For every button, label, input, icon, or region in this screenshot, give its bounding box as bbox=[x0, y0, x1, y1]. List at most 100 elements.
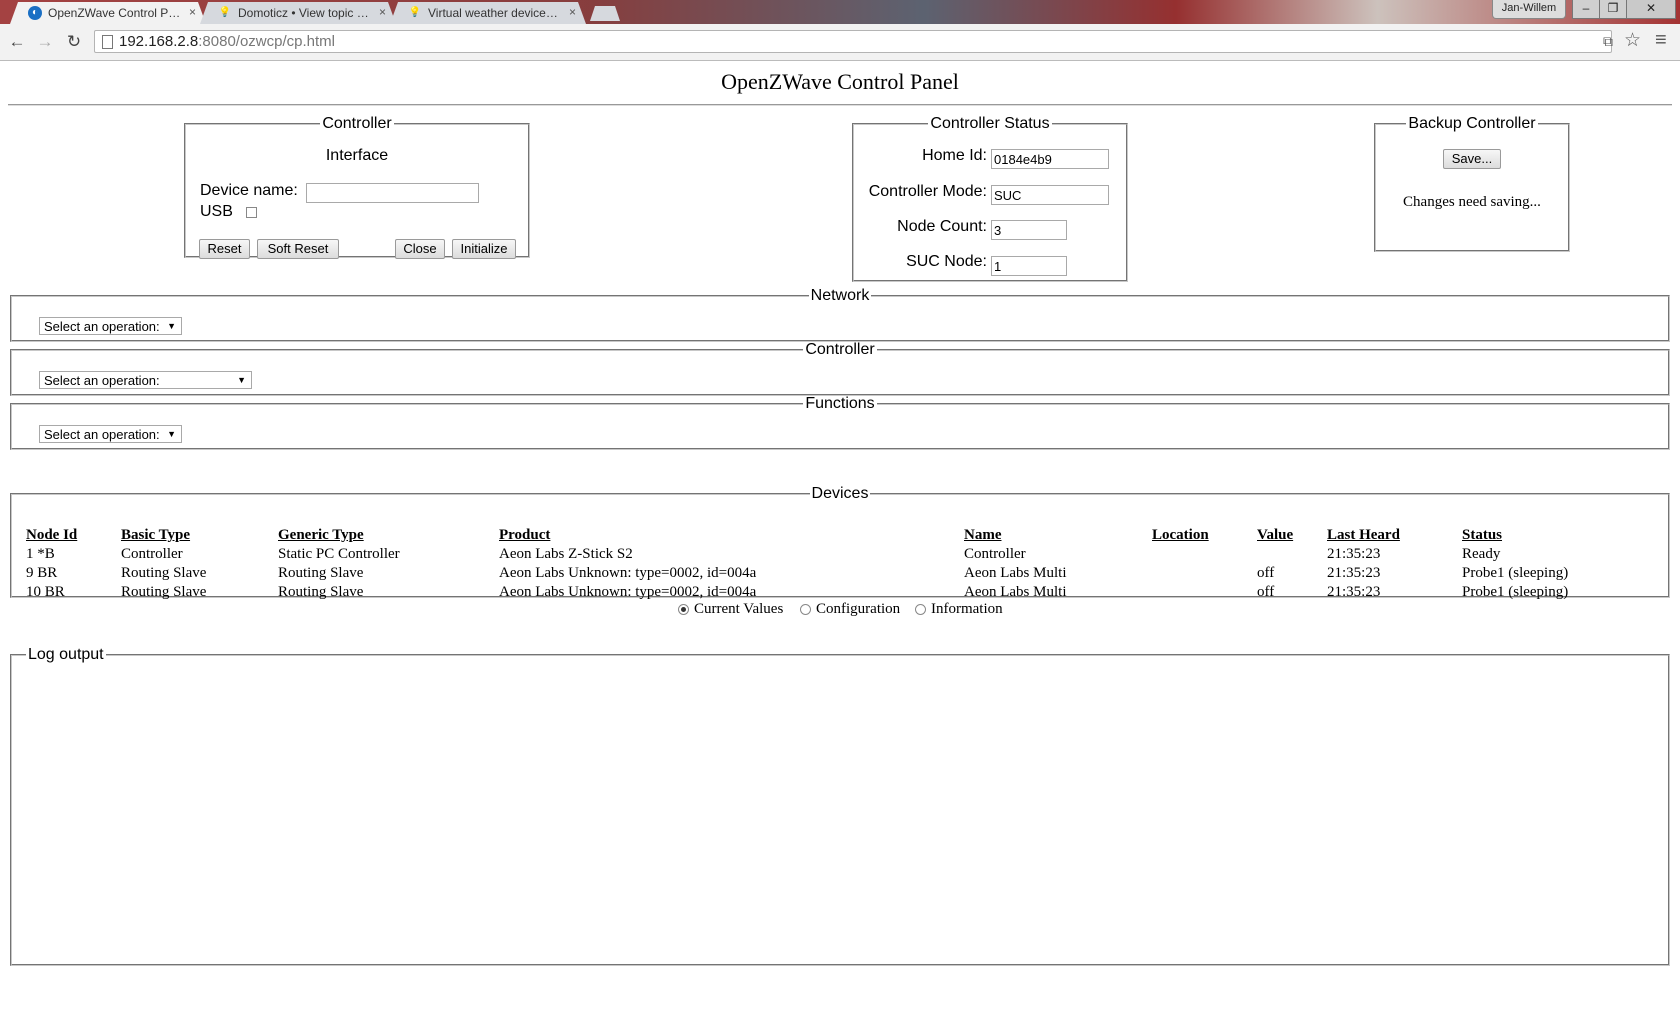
device-name-input[interactable] bbox=[306, 183, 479, 203]
browser-tab-strip: ◐ OpenZWave Control Panel × 💡 Domoticz •… bbox=[0, 0, 1680, 24]
reset-button[interactable]: Reset bbox=[199, 239, 250, 259]
column-header[interactable]: Node Id bbox=[26, 526, 121, 545]
node-id-cell: 10 BR bbox=[26, 584, 65, 600]
select-value: Select an operation: bbox=[44, 373, 160, 388]
functions-legend: Functions bbox=[805, 395, 875, 412]
save-button[interactable]: Save... bbox=[1443, 149, 1501, 169]
dropdown-arrow-icon: ▼ bbox=[167, 429, 176, 439]
tab-close-icon[interactable]: × bbox=[189, 5, 196, 19]
tab-title: Domoticz • View topic - N bbox=[238, 6, 372, 20]
name-cell: Aeon Labs Multi bbox=[964, 584, 1067, 600]
column-header[interactable]: Value bbox=[1257, 526, 1327, 545]
bookmark-star-icon[interactable]: ☆ bbox=[1624, 29, 1641, 52]
tab-close-icon[interactable]: × bbox=[569, 5, 576, 19]
basic-type-cell: Controller bbox=[121, 546, 183, 562]
status-cell: Probe1 (sleeping) bbox=[1462, 565, 1569, 581]
new-tab-button[interactable] bbox=[590, 6, 620, 21]
column-header[interactable]: Last Heard bbox=[1327, 526, 1462, 545]
profile-button[interactable]: Jan-Willem bbox=[1492, 0, 1566, 19]
usb-checkbox[interactable] bbox=[246, 207, 257, 218]
column-header[interactable]: Name bbox=[964, 526, 1152, 545]
node-count-label: Node Count: bbox=[897, 218, 987, 235]
status-cell: Probe1 (sleeping) bbox=[1462, 584, 1569, 600]
column-header[interactable]: Status bbox=[1462, 526, 1666, 545]
tab-domoticz-topic[interactable]: 💡 Domoticz • View topic - N × bbox=[200, 2, 396, 24]
page-icon bbox=[102, 35, 113, 49]
tab-title: OpenZWave Control Panel bbox=[48, 6, 182, 20]
tab-title: Virtual weather devices - D bbox=[428, 6, 562, 20]
location-cell bbox=[1152, 545, 1257, 564]
chrome-menu-icon[interactable]: ≡ bbox=[1655, 29, 1667, 52]
information-radio[interactable] bbox=[915, 604, 926, 615]
dropdown-arrow-icon: ▼ bbox=[167, 321, 176, 331]
suc-node-label: SUC Node: bbox=[906, 253, 987, 270]
configuration-radio[interactable] bbox=[800, 604, 811, 615]
table-row[interactable]: 10 BR Routing Slave Routing Slave Aeon L… bbox=[26, 583, 1666, 602]
select-value: Select an operation: bbox=[44, 427, 160, 442]
product-cell: Aeon Labs Z-Stick S2 bbox=[499, 546, 633, 562]
tab-virtual-weather[interactable]: 💡 Virtual weather devices - D × bbox=[390, 2, 586, 24]
location-cell bbox=[1152, 583, 1257, 602]
controller-mode-field[interactable] bbox=[991, 185, 1109, 205]
home-id-field[interactable] bbox=[991, 149, 1109, 169]
controller-status-panel: Controller Status Home Id: Controller Mo… bbox=[852, 115, 1128, 282]
product-cell: Aeon Labs Unknown: type=0002, id=004a bbox=[499, 565, 757, 581]
soft-reset-button[interactable]: Soft Reset bbox=[257, 239, 339, 259]
title-divider bbox=[8, 104, 1672, 106]
controller-legend: Controller bbox=[322, 115, 392, 132]
restore-icon[interactable]: ❐ bbox=[1599, 0, 1627, 19]
log-output-panel: Log output bbox=[10, 646, 1670, 966]
back-icon[interactable]: ← bbox=[6, 31, 28, 53]
tab-close-icon[interactable]: × bbox=[379, 5, 386, 19]
node-id-cell: 1 *B bbox=[26, 546, 55, 562]
log-output-area[interactable] bbox=[16, 670, 1664, 970]
name-cell: Aeon Labs Multi bbox=[964, 565, 1067, 581]
initialize-button[interactable]: Initialize bbox=[452, 239, 516, 259]
backup-controller-legend: Backup Controller bbox=[1408, 115, 1536, 132]
functions-operation-select[interactable]: Select an operation: ▼ bbox=[39, 425, 182, 443]
column-header[interactable]: Generic Type bbox=[278, 526, 499, 545]
controller-operation-select[interactable]: Select an operation: ▼ bbox=[39, 371, 252, 389]
close-window-icon[interactable]: ✕ bbox=[1626, 0, 1676, 19]
configuration-label[interactable]: Configuration bbox=[816, 601, 900, 618]
page-title: OpenZWave Control Panel bbox=[721, 69, 959, 94]
devices-legend: Devices bbox=[811, 485, 869, 502]
controller-operations-panel: Controller Select an operation: ▼ bbox=[10, 341, 1670, 396]
reload-icon[interactable]: ↻ bbox=[63, 31, 85, 53]
network-operation-select[interactable]: Select an operation: ▼ bbox=[39, 317, 182, 335]
node-count-field[interactable] bbox=[991, 220, 1067, 240]
log-output-legend: Log output bbox=[28, 646, 104, 663]
column-header[interactable]: Basic Type bbox=[121, 526, 278, 545]
product-cell: Aeon Labs Unknown: type=0002, id=004a bbox=[499, 584, 757, 600]
network-legend: Network bbox=[810, 287, 870, 304]
suc-node-field[interactable] bbox=[991, 256, 1067, 276]
column-header[interactable]: Location bbox=[1152, 526, 1257, 545]
minimize-icon[interactable]: – bbox=[1572, 0, 1600, 19]
value-cell: off bbox=[1257, 584, 1275, 600]
information-label[interactable]: Information bbox=[931, 601, 1003, 618]
select-value: Select an operation: bbox=[44, 319, 160, 334]
forward-icon[interactable]: → bbox=[34, 31, 56, 53]
current-values-label[interactable]: Current Values bbox=[694, 601, 783, 618]
table-row[interactable]: 1 *B Controller Static PC Controller Aeo… bbox=[26, 545, 1666, 564]
page-content: OpenZWave Control Panel Controller Inter… bbox=[0, 61, 1680, 1010]
home-id-label: Home Id: bbox=[922, 147, 987, 164]
column-header[interactable]: Product bbox=[499, 526, 964, 545]
url-path: :8080/ozwcp/cp.html bbox=[198, 33, 335, 50]
controller-ops-legend: Controller bbox=[805, 341, 875, 358]
tab-openzwave[interactable]: ◐ OpenZWave Control Panel × bbox=[10, 2, 206, 24]
interface-label: Interface bbox=[325, 147, 389, 164]
table-row[interactable]: 9 BR Routing Slave Routing Slave Aeon La… bbox=[26, 564, 1666, 583]
current-values-radio[interactable] bbox=[678, 604, 689, 615]
devices-table: Node Id Basic Type Generic Type Product … bbox=[26, 526, 1666, 602]
generic-type-cell: Routing Slave bbox=[278, 565, 364, 581]
controller-status-legend: Controller Status bbox=[930, 115, 1050, 132]
translate-icon[interactable]: ⧉ bbox=[1603, 33, 1613, 50]
close-button[interactable]: Close bbox=[395, 239, 445, 259]
location-cell bbox=[1152, 564, 1257, 583]
status-cell: Ready bbox=[1462, 546, 1501, 562]
backup-status-message: Changes need saving... bbox=[1403, 194, 1541, 210]
usb-label: USB bbox=[200, 203, 233, 220]
address-bar[interactable]: 192.168.2.8:8080/ozwcp/cp.html bbox=[94, 30, 1612, 53]
table-header-row: Node Id Basic Type Generic Type Product … bbox=[26, 526, 1666, 545]
